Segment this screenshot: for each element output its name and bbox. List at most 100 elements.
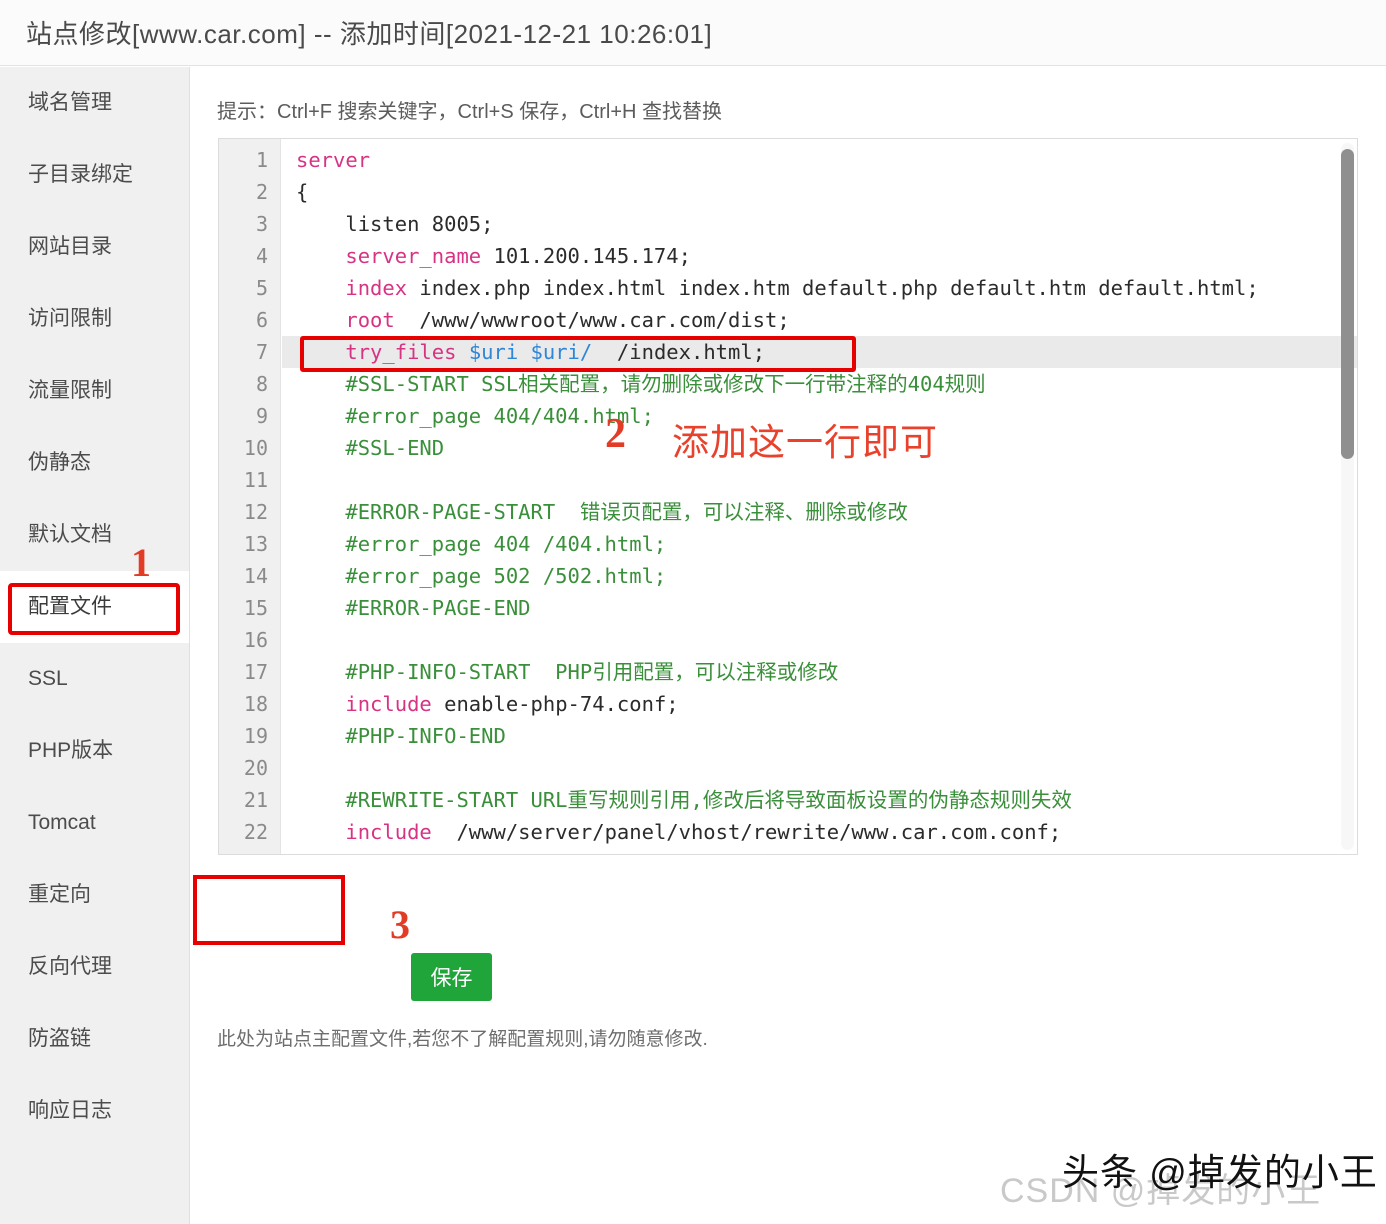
code-token: #error_page 404 /404.html; bbox=[296, 532, 667, 556]
config-file-editor[interactable]: 1 2 3 4 5 6 7 8 9 10 11 12 13 14 15 16 17 18 19 20 21 22 serv… bbox=[218, 138, 1358, 855]
sidebar-item-12[interactable]: 反向代理 bbox=[0, 931, 189, 1003]
shortcut-hint-text: 提示：Ctrl+F 搜索关键字，Ctrl+S 保存，Ctrl+H 查找替换 bbox=[217, 101, 723, 123]
code-token: /www/wwwroot/www.car.com/dist; bbox=[394, 308, 790, 332]
code-token: { bbox=[296, 180, 309, 204]
code-line[interactable]: server_name 101.200.145.174; bbox=[296, 240, 691, 272]
code-token: $uri bbox=[468, 340, 519, 364]
code-line[interactable]: root /www/wwwroot/www.car.com/dist; bbox=[296, 304, 790, 336]
code-token: index bbox=[345, 276, 408, 300]
sidebar-item-7[interactable]: 配置文件 bbox=[0, 571, 189, 643]
line-number: 13 bbox=[243, 532, 268, 556]
line-number: 5 bbox=[255, 276, 268, 300]
line-number: 20 bbox=[243, 756, 268, 780]
code-line[interactable]: { bbox=[296, 176, 308, 208]
code-line[interactable]: #error_page 404/404.html; bbox=[296, 400, 654, 432]
line-number: 1 bbox=[255, 148, 268, 172]
code-line[interactable]: #SSL-START SSL相关配置，请勿删除或修改下一行带注释的404规则 bbox=[296, 368, 985, 400]
code-token: /www/server/panel/vhost/rewrite/www.car.… bbox=[431, 820, 1062, 844]
line-number: 14 bbox=[243, 564, 268, 588]
sidebar-item-10[interactable]: Tomcat bbox=[0, 787, 189, 859]
sidebar-item-1[interactable]: 子目录绑定 bbox=[0, 139, 189, 211]
code-line[interactable]: #ERROR-PAGE-END bbox=[296, 592, 530, 624]
line-number: 17 bbox=[243, 660, 268, 684]
code-token: server bbox=[296, 148, 371, 172]
sidebar-item-3[interactable]: 访问限制 bbox=[0, 283, 189, 355]
sidebar-item-label: 网站目录 bbox=[28, 235, 112, 258]
sidebar-item-2[interactable]: 网站目录 bbox=[0, 211, 189, 283]
line-number: 19 bbox=[243, 724, 268, 748]
line-number: 2 bbox=[255, 180, 268, 204]
code-token: server_name bbox=[345, 244, 482, 268]
code-token: include bbox=[345, 820, 432, 844]
code-token: #error_page 502 /502.html; bbox=[296, 564, 667, 588]
line-number: 8 bbox=[255, 372, 268, 396]
sidebar-item-14[interactable]: 响应日志 bbox=[0, 1075, 189, 1147]
code-text-area[interactable]: server { listen 8005; server_name 101.200… bbox=[282, 139, 1357, 854]
sidebar-item-0[interactable]: 域名管理 bbox=[0, 67, 189, 139]
code-token: 101.200.145.174; bbox=[481, 244, 691, 268]
code-token: $uri/ bbox=[530, 340, 593, 364]
sidebar-item-label: 防盗链 bbox=[28, 1027, 91, 1050]
code-line[interactable]: #error_page 502 /502.html; bbox=[296, 560, 666, 592]
save-button[interactable]: 保存 bbox=[411, 953, 492, 1001]
code-line[interactable]: try_files $uri $uri/ /index.html; bbox=[296, 336, 765, 368]
sidebar-item-6[interactable]: 默认文档 bbox=[0, 499, 189, 571]
code-line[interactable]: include enable-php-74.conf; bbox=[296, 688, 679, 720]
code-line[interactable]: #PHP-INFO-START PHP引用配置，可以注释或修改 bbox=[296, 656, 838, 688]
code-token: #PHP-INFO-END bbox=[296, 724, 506, 748]
code-token: #ERROR-PAGE-START 错误页配置，可以注释、删除或修改 bbox=[296, 500, 908, 524]
line-number: 16 bbox=[243, 628, 268, 652]
line-number: 15 bbox=[243, 596, 268, 620]
code-token: enable-php-74.conf; bbox=[431, 692, 679, 716]
sidebar-item-label: 域名管理 bbox=[28, 91, 112, 114]
annotation-number-1: 1 bbox=[131, 540, 151, 585]
code-line[interactable]: server bbox=[296, 144, 370, 176]
code-line[interactable]: #REWRITE-START URL重写规则引用,修改后将导致面板设置的伪静态规… bbox=[296, 784, 1072, 816]
toutiao-watermark: 头条 @掉发的小王 bbox=[1062, 1152, 1378, 1193]
code-line[interactable]: listen 8005; bbox=[296, 208, 493, 240]
sidebar-item-13[interactable]: 防盗链 bbox=[0, 1003, 189, 1075]
code-line[interactable]: index index.php index.html index.htm def… bbox=[296, 272, 1259, 304]
main-content: 提示：Ctrl+F 搜索关键字，Ctrl+S 保存，Ctrl+H 查找替换 1 2… bbox=[191, 67, 1386, 1224]
code-token: #error_page 404/404.html; bbox=[296, 404, 654, 428]
code-line[interactable]: #SSL-END bbox=[296, 432, 444, 464]
sidebar-item-label: SSL bbox=[28, 667, 68, 690]
code-token: listen 8005; bbox=[296, 212, 494, 236]
sidebar-item-label: 反向代理 bbox=[28, 955, 112, 978]
code-line[interactable]: #error_page 404 /404.html; bbox=[296, 528, 666, 560]
code-token: #REWRITE-START URL重写规则引用,修改后将导致面板设置的伪静态规… bbox=[296, 788, 1072, 812]
code-token: try_files bbox=[345, 340, 457, 364]
code-token: include bbox=[345, 692, 432, 716]
sidebar-item-8[interactable]: SSL bbox=[0, 643, 189, 715]
line-number: 18 bbox=[243, 692, 268, 716]
sidebar-item-label: 子目录绑定 bbox=[28, 163, 133, 186]
code-token: root bbox=[345, 308, 395, 332]
editor-scrollbar-thumb[interactable] bbox=[1341, 149, 1354, 459]
code-line[interactable]: #PHP-INFO-END bbox=[296, 720, 506, 752]
code-token: /index.html; bbox=[592, 340, 766, 364]
line-number: 11 bbox=[243, 468, 268, 492]
line-number-gutter: 1 2 3 4 5 6 7 8 9 10 11 12 13 14 15 16 17 18 19 20 21 22 bbox=[219, 139, 281, 854]
code-token: index.php index.html index.htm default.p… bbox=[407, 276, 1259, 300]
code-line[interactable]: include /www/server/panel/vhost/rewrite/… bbox=[296, 816, 1061, 848]
annotation-number-3: 3 bbox=[390, 902, 410, 947]
sidebar-item-11[interactable]: 重定向 bbox=[0, 859, 189, 931]
sidebar-item-4[interactable]: 流量限制 bbox=[0, 355, 189, 427]
sidebar-item-5[interactable]: 伪静态 bbox=[0, 427, 189, 499]
line-number: 6 bbox=[255, 308, 268, 332]
window-title-bar: 站点修改[www.car.com] -- 添加时间[2021-12-21 10:… bbox=[0, 0, 1386, 66]
code-line[interactable]: #ERROR-PAGE-START 错误页配置，可以注释、删除或修改 bbox=[296, 496, 908, 528]
sidebar-item-label: 默认文档 bbox=[28, 523, 112, 546]
code-token: #SSL-END bbox=[296, 436, 445, 460]
line-number: 9 bbox=[255, 404, 268, 428]
sidebar-item-label: Tomcat bbox=[28, 811, 96, 834]
sidebar-item-label: PHP版本 bbox=[28, 739, 114, 762]
sidebar-item-9[interactable]: PHP版本 bbox=[0, 715, 189, 787]
